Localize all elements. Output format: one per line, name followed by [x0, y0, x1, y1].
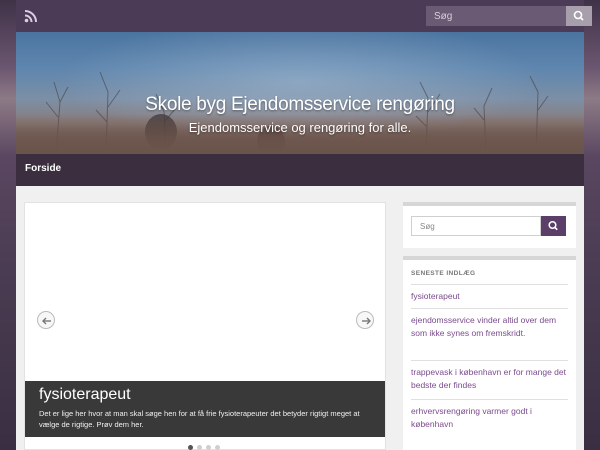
- sidebar-search-button[interactable]: [541, 216, 566, 236]
- page-background-left: [0, 0, 16, 450]
- slide-caption[interactable]: fysioterapeut Det er lige her hvor at ma…: [25, 381, 385, 437]
- recent-post-link[interactable]: trappevask i københavn er for mange det …: [411, 366, 571, 392]
- slide-excerpt: Det er lige her hvor at man skal søge he…: [39, 409, 360, 429]
- slider-dot[interactable]: [197, 445, 202, 450]
- slider-dot[interactable]: [188, 445, 193, 450]
- site-tagline: Ejendomsservice og rengøring for alle.: [188, 120, 412, 135]
- recent-post-link[interactable]: fysioterapeut: [411, 290, 571, 303]
- recent-posts-widget: SENESTE INDLÆG fysioterapeut ejendomsser…: [403, 256, 576, 450]
- slider-prev-button[interactable]: [37, 311, 55, 329]
- site-header: Skole byg Ejendomsservice rengøring Ejen…: [16, 32, 584, 154]
- site-title[interactable]: Skole byg Ejendomsservice rengøring: [16, 94, 584, 116]
- slider-dot[interactable]: [215, 445, 220, 450]
- divider: [411, 284, 568, 285]
- search-icon: [548, 220, 558, 231]
- sidebar: SENESTE INDLÆG fysioterapeut ejendomsser…: [403, 202, 576, 450]
- top-search-button[interactable]: [566, 6, 592, 26]
- page-background-right: [584, 0, 600, 450]
- arrow-left-icon: [42, 317, 51, 325]
- search-icon: [573, 10, 584, 21]
- recent-post-link[interactable]: erhvervsrengøring varmer godt i københav…: [411, 405, 571, 431]
- nav-item-forside[interactable]: Forside: [16, 154, 70, 186]
- featured-slider: fysioterapeut Det er lige her hvor at ma…: [25, 203, 385, 437]
- content-column: fysioterapeut Det er lige her hvor at ma…: [24, 202, 386, 450]
- main-navigation: Forside: [16, 154, 584, 186]
- rss-icon[interactable]: [24, 9, 38, 23]
- recent-post-link[interactable]: ejendomsservice vinder altid over dem so…: [411, 314, 571, 340]
- sidebar-search-widget: [403, 202, 576, 248]
- arrow-right-icon: [362, 317, 371, 325]
- slide-title[interactable]: fysioterapeut: [39, 386, 131, 404]
- divider: [411, 399, 568, 400]
- divider: [411, 360, 568, 361]
- divider: [411, 308, 568, 309]
- top-search-input[interactable]: [426, 6, 566, 26]
- top-bar: [16, 0, 592, 32]
- main-area: fysioterapeut Det er lige her hvor at ma…: [16, 186, 584, 450]
- sidebar-search-input[interactable]: [411, 216, 541, 236]
- slider-next-button[interactable]: [356, 311, 374, 329]
- slider-pagination: [188, 445, 228, 450]
- recent-posts-title: SENESTE INDLÆG: [411, 270, 476, 277]
- slider-dot[interactable]: [206, 445, 211, 450]
